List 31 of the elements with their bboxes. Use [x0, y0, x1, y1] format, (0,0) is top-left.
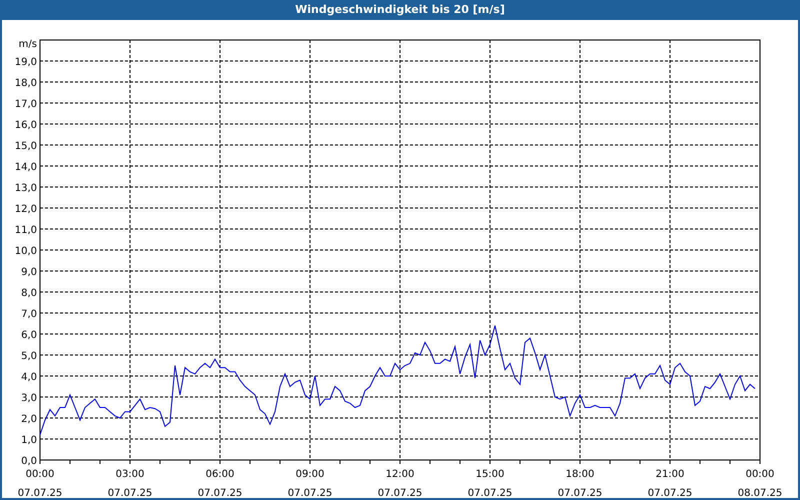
y-tick-label: 1,0 [21, 435, 37, 446]
window-title: Windgeschwindigkeit bis 20 [m/s] [295, 2, 505, 18]
x-tick-label: 12:00 07.07.25 [378, 469, 422, 498]
y-tick-label: 12,0 [14, 204, 37, 215]
y-tick-label: 7,0 [21, 309, 37, 320]
y-tick-label: 19,0 [14, 57, 37, 68]
x-tick-label: 00:00 07.07.25 [18, 469, 62, 498]
y-tick-label: 3,0 [21, 393, 37, 404]
y-tick-label: 18,0 [14, 78, 37, 89]
x-tick-label: 06:00 07.07.25 [198, 469, 242, 498]
x-tick-label: 21:00 07.07.25 [648, 469, 692, 498]
y-tick-label: 4,0 [21, 372, 37, 383]
y-tick-label: 2,0 [21, 414, 37, 425]
y-tick-label: 10,0 [14, 246, 37, 257]
y-tick-label: 15,0 [14, 141, 37, 152]
y-tick-label: 8,0 [21, 288, 37, 299]
y-tick-label: 0,0 [21, 456, 37, 467]
y-tick-label: 5,0 [21, 351, 37, 362]
y-axis-label: m/s [18, 39, 37, 50]
y-tick-label: 16,0 [14, 120, 37, 131]
y-tick-label: 13,0 [14, 183, 37, 194]
x-tick-label: 00:00 08.07.25 [738, 469, 782, 498]
x-tick-label: 18:00 07.07.25 [558, 469, 602, 498]
y-tick-label: 11,0 [14, 225, 37, 236]
y-tick-label: 6,0 [21, 330, 37, 341]
x-tick-label: 03:00 07.07.25 [108, 469, 152, 498]
y-tick-label: 17,0 [14, 99, 37, 110]
y-tick-label: 14,0 [14, 162, 37, 173]
x-tick-label: 15:00 07.07.25 [468, 469, 512, 498]
y-tick-label: 9,0 [21, 267, 37, 278]
x-tick-label: 09:00 07.07.25 [288, 469, 332, 498]
